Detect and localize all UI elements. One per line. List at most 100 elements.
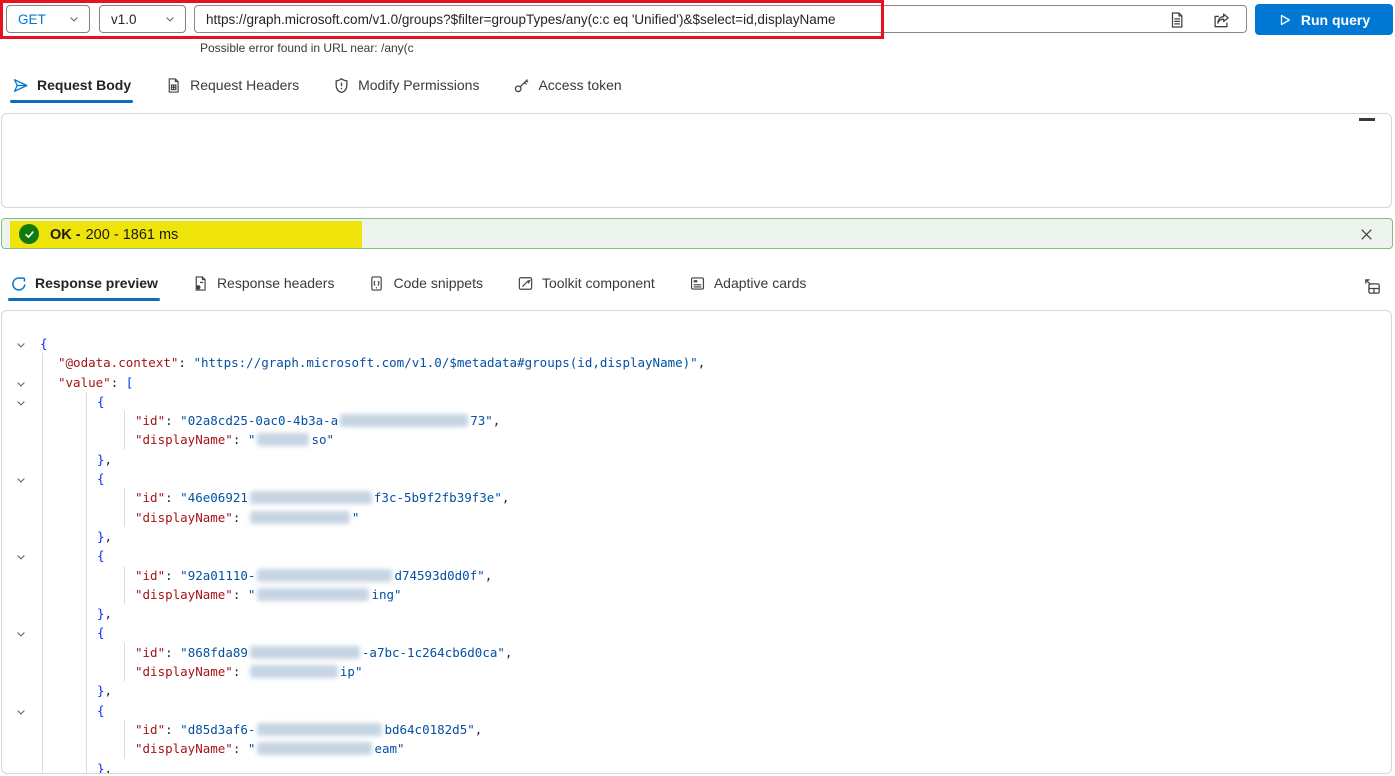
tab-label: Access token: [538, 77, 622, 93]
json-token-punct: :: [165, 644, 181, 660]
indent-guide: [124, 488, 125, 508]
expand-response-button[interactable]: [1363, 276, 1383, 296]
json-token-punct: ,: [484, 567, 493, 583]
json-token-punct: ,: [697, 355, 706, 371]
json-code: "id": "868fda89 -a7bc-1c264cb6d0ca",: [135, 643, 512, 662]
response-tab-code-snippets[interactable]: Code snippets: [366, 267, 485, 299]
json-token-key: "id": [135, 721, 166, 737]
status-code-duration: 200 - 1861 ms: [85, 226, 179, 243]
request-tab-request-headers[interactable]: Request Headers: [163, 69, 301, 101]
response-tab-adaptive-cards[interactable]: Adaptive cards: [687, 267, 809, 299]
indent-guide: [86, 488, 87, 508]
expand-icon: [1363, 277, 1383, 296]
indent-guide: [124, 507, 125, 527]
json-token-key: "id": [135, 413, 166, 429]
json-token-punct: ,: [501, 490, 510, 506]
response-tab-response-preview[interactable]: Response preview: [8, 267, 160, 301]
tab-label: Modify Permissions: [358, 77, 480, 93]
json-code: },: [97, 450, 112, 469]
indent-guide: [42, 430, 43, 450]
request-headers-icon: [165, 77, 182, 94]
indent-guide: [86, 565, 87, 585]
tab-label: Response preview: [35, 275, 158, 291]
indent-guide: [42, 546, 43, 566]
request-tab-modify-permissions[interactable]: Modify Permissions: [331, 69, 481, 101]
indent-guide: [86, 681, 87, 701]
response-tab-toolkit-component[interactable]: Toolkit component: [515, 267, 657, 299]
json-line: },: [2, 681, 1391, 701]
json-token-str: "https://graph.microsoft.com/v1.0/$metad…: [193, 355, 698, 371]
success-check-icon: [19, 224, 39, 244]
json-token-key: "id": [135, 567, 166, 583]
json-line: "id": "02a8cd25-0ac0-4b3a-a 73",: [2, 411, 1391, 431]
indent-guide: [42, 642, 43, 663]
run-query-label: Run query: [1300, 11, 1371, 28]
json-code: "id": "92a01110- d74593d0d0f",: [135, 566, 492, 585]
request-tab-request-body[interactable]: Request Body: [10, 69, 134, 103]
json-token-brace: }: [97, 451, 105, 467]
json-token-punct: ,: [504, 644, 513, 660]
fold-chevron-down-icon[interactable]: [15, 472, 28, 485]
response-json-viewer: { "@odata.context": "https://graph.micros…: [2, 334, 1391, 773]
json-token-punct: :: [165, 721, 181, 737]
json-code: "@odata.context": "https://graph.microso…: [58, 353, 705, 372]
share-query-button[interactable]: [1212, 10, 1232, 30]
indent-guide: [86, 604, 87, 624]
fold-chevron-down-icon[interactable]: [15, 626, 28, 639]
json-token-str: "d85d3af6-: [180, 721, 256, 737]
fold-chevron-down-icon[interactable]: [15, 704, 28, 717]
query-url-box: [194, 5, 1247, 33]
json-token-key: "displayName": [135, 509, 233, 525]
json-line: {: [2, 469, 1391, 489]
json-token-str: f3c-5b9f2fb39f3e": [373, 490, 502, 506]
fold-chevron-down-icon[interactable]: [15, 376, 28, 389]
json-token-punct: :: [232, 664, 248, 680]
json-line: "id": "46e06921 f3c-5b9f2fb39f3e",: [2, 488, 1391, 508]
json-token-str: ip": [339, 664, 363, 680]
close-icon: [1358, 226, 1378, 243]
json-code: "displayName": " so": [135, 430, 334, 449]
run-query-button[interactable]: Run query: [1255, 4, 1393, 35]
json-code: {: [97, 623, 105, 642]
redacted-blur: [249, 510, 350, 524]
json-token-punct: :: [165, 567, 181, 583]
indent-guide: [42, 372, 43, 392]
query-url-input[interactable]: [206, 7, 1146, 31]
tab-label: Request Headers: [190, 77, 300, 93]
fold-chevron-down-icon[interactable]: [15, 337, 28, 350]
response-tab-response-headers[interactable]: Response headers: [190, 267, 337, 299]
indent-guide: [86, 662, 87, 682]
indent-guide: [42, 526, 43, 547]
json-code: "id": "d85d3af6- bd64c0182d5",: [135, 720, 482, 739]
json-token-brace: {: [97, 702, 105, 718]
url-document-button[interactable]: [1168, 10, 1188, 30]
json-token-punct: ,: [474, 721, 483, 737]
shield-icon: [333, 77, 350, 94]
tab-label: Adaptive cards: [713, 275, 807, 291]
json-token-str: ": [247, 586, 256, 602]
indent-guide: [42, 488, 43, 508]
fold-chevron-down-icon[interactable]: [15, 395, 28, 408]
request-tab-access-token[interactable]: Access token: [511, 69, 623, 101]
fold-chevron-down-icon[interactable]: [15, 549, 28, 562]
json-token-punct: ,: [104, 528, 113, 544]
indent-guide: [42, 623, 43, 643]
response-preview-panel: { "@odata.context": "https://graph.micros…: [1, 310, 1392, 774]
json-code: "displayName": " eam": [135, 739, 405, 758]
api-version-select[interactable]: v1.0: [99, 5, 186, 33]
http-method-select[interactable]: GET: [6, 5, 90, 33]
graph-explorer-app: GET v1.0 Run query Possible error found …: [0, 0, 1395, 776]
json-token-punct: ,: [104, 760, 113, 774]
json-token-str: ": [247, 432, 256, 448]
indent-guide: [86, 391, 87, 412]
close-status-banner-button[interactable]: [1358, 224, 1378, 244]
minimize-request-editor-button[interactable]: [1359, 118, 1375, 121]
url-error-hint: Possible error found in URL near: /any(c: [200, 41, 414, 55]
indent-guide: [86, 719, 87, 740]
json-token-brace: }: [97, 528, 105, 544]
indent-guide: [86, 469, 87, 489]
indent-guide: [124, 719, 125, 740]
json-line: "id": "92a01110- d74593d0d0f",: [2, 565, 1391, 585]
json-line: "displayName": " eam": [2, 739, 1391, 759]
json-code: },: [97, 759, 113, 774]
